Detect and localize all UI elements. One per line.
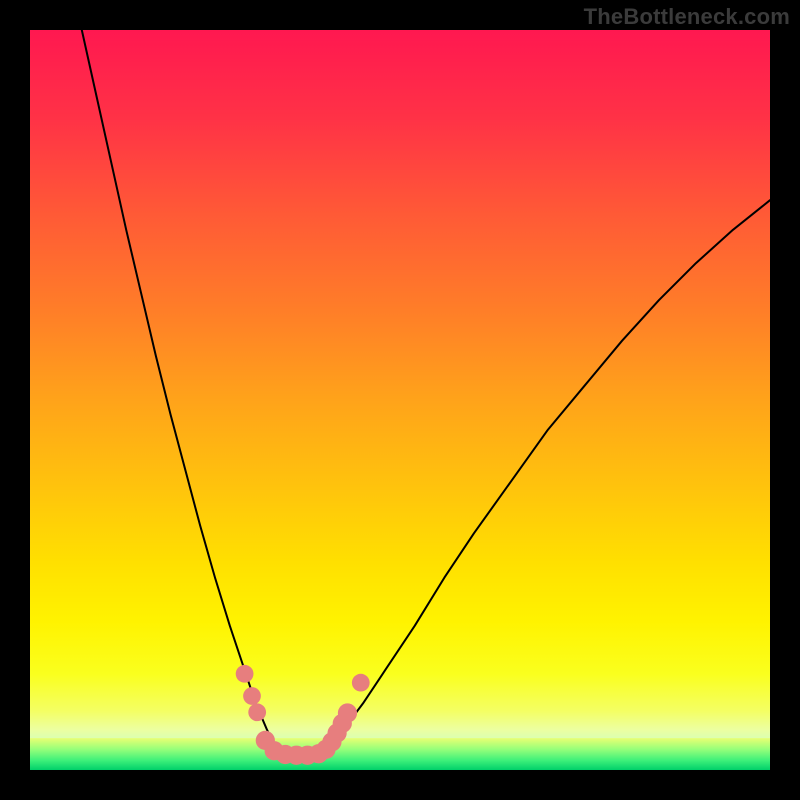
watermark-text: TheBottleneck.com <box>584 4 790 30</box>
green-band <box>30 738 770 770</box>
marker-dot <box>248 703 266 721</box>
chart-background <box>30 30 770 770</box>
marker-dot <box>338 703 357 722</box>
marker-dot <box>352 674 370 692</box>
marker-dot <box>243 687 261 705</box>
plot-area <box>30 30 770 770</box>
chart-frame: TheBottleneck.com <box>0 0 800 800</box>
marker-dot <box>236 665 254 683</box>
chart-svg <box>30 30 770 770</box>
